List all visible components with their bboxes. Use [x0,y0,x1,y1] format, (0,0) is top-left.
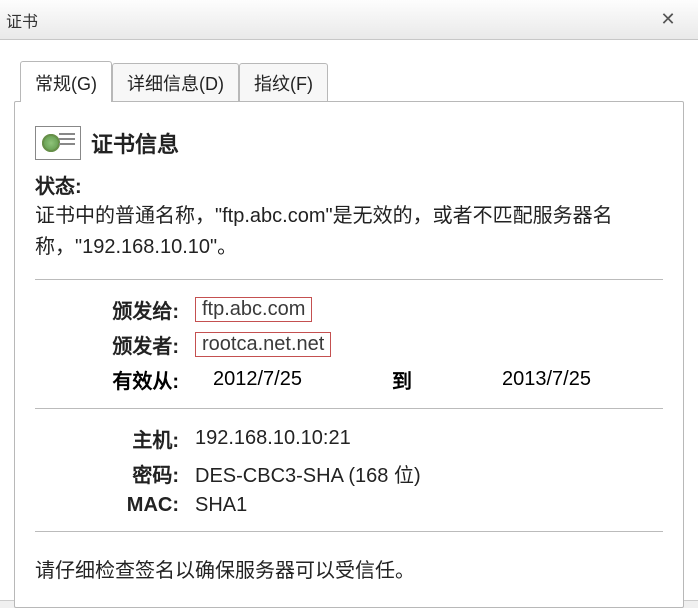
valid-from-label: 有效从: [35,365,195,394]
window-title: 证书 [6,8,38,32]
mac-label: MAC: [35,494,195,517]
host-value: 192.168.10.10:21 [195,427,663,450]
status-message: 证书中的普通名称，"ftp.abc.com"是无效的，或者不匹配服务器名 称，"… [35,201,663,263]
titlebar: 证书 ✕ [0,0,698,40]
tab-panel-general: 证书信息 状态: 证书中的普通名称，"ftp.abc.com"是无效的，或者不匹… [14,101,684,608]
host-label: 主机: [35,424,195,453]
separator-1 [35,279,663,280]
trust-footer: 请仔细检查签名以确保服务器可以受信任。 [35,554,663,583]
separator-2 [35,408,663,409]
tab-fingerprint[interactable]: 指纹(F) [239,63,328,102]
issued-to-value: ftp.abc.com [195,297,312,322]
certificate-dialog: 证书 ✕ 常规(G) 详细信息(D) 指纹(F) 证书信息 状态: 证书中的普通… [0,0,698,600]
row-host: 主机: 192.168.10.10:21 [35,421,663,456]
cipher-value: DES-CBC3-SHA (168 位) [195,459,663,488]
row-cipher: 密码: DES-CBC3-SHA (168 位) [35,456,663,491]
valid-to-value: 2013/7/25 [502,368,663,391]
valid-to-word: 到 [392,365,484,394]
row-issuer: 颁发者: rootca.net.net [35,327,663,362]
tab-general[interactable]: 常规(G) [20,61,112,102]
cert-heading: 证书信息 [91,127,179,159]
tab-strip: 常规(G) 详细信息(D) 指纹(F) [20,60,684,101]
row-issued-to: 颁发给: ftp.abc.com [35,292,663,327]
row-validity: 有效从: 2012/7/25 到 2013/7/25 [35,362,663,408]
row-mac: MAC: SHA1 [35,491,663,531]
status-message-line2: 称，"192.168.10.10"。 [35,236,237,258]
cipher-label: 密码: [35,459,195,488]
dialog-body: 常规(G) 详细信息(D) 指纹(F) 证书信息 状态: 证书中的普通名称，"f… [0,40,698,608]
issuer-label: 颁发者: [35,330,195,359]
certificate-icon [35,126,81,160]
close-button[interactable]: ✕ [646,10,690,30]
separator-3 [35,531,663,532]
status-label: 状态: [35,170,663,199]
tab-details[interactable]: 详细信息(D) [112,63,239,102]
status-message-line1: 证书中的普通名称，"ftp.abc.com"是无效的，或者不匹配服务器名 [35,205,613,227]
valid-from-value: 2012/7/25 [213,368,374,391]
issued-to-label: 颁发给: [35,295,195,324]
mac-value: SHA1 [195,494,663,517]
issuer-value: rootca.net.net [195,332,331,357]
cert-header: 证书信息 [35,126,663,160]
